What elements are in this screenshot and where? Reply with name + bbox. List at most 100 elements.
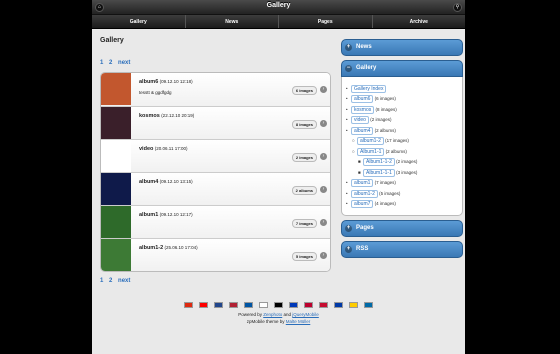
language-flag-icon[interactable] bbox=[199, 302, 208, 308]
arrow-right-icon[interactable]: › bbox=[320, 252, 327, 259]
footer: Powered by Zenphoto and jQueryMobile zpM… bbox=[92, 302, 465, 324]
album-date: (22.12.10 20:19) bbox=[161, 113, 195, 118]
theme-by-text: zpMobile theme by bbox=[246, 319, 285, 324]
album-list-item[interactable]: album1-2 (25.06.10 17:04) 5 images › bbox=[101, 238, 330, 271]
gallery-tree-item: ■ Album1-1-1 (3 images) bbox=[346, 168, 458, 177]
language-flag-icon[interactable] bbox=[364, 302, 373, 308]
gallery-tree-link[interactable]: Album1-1 bbox=[357, 147, 385, 156]
language-flag-icon[interactable] bbox=[214, 302, 223, 308]
author-link[interactable]: Malte Müller bbox=[286, 319, 311, 324]
gallery-tree-meta: (17 images) bbox=[385, 138, 409, 143]
search-icon[interactable]: ⚲ bbox=[453, 3, 462, 12]
nav-gallery[interactable]: Gallery bbox=[92, 15, 185, 28]
powered-by-line: Powered by Zenphoto and jQueryMobile bbox=[92, 312, 465, 317]
album-name: album4 bbox=[139, 179, 159, 185]
nav-news[interactable]: News bbox=[184, 15, 279, 28]
navbar: Gallery News Pages Archive bbox=[92, 15, 465, 29]
language-flag-icon[interactable] bbox=[319, 302, 328, 308]
gallery-tree-link[interactable]: Gallery Index bbox=[351, 84, 387, 93]
page-title: Gallery bbox=[266, 2, 291, 9]
arrow-right-icon[interactable]: › bbox=[320, 186, 327, 193]
album-thumbnail bbox=[101, 173, 131, 205]
language-flag-icon[interactable] bbox=[229, 302, 238, 308]
gallery-tree-link[interactable]: album4 bbox=[351, 126, 374, 135]
album-name: album1 bbox=[139, 212, 159, 218]
album-thumbnail bbox=[101, 239, 131, 271]
gallery-tree-meta: (2 images) bbox=[396, 159, 418, 164]
gallery-tree-link[interactable]: album1-2 bbox=[357, 137, 384, 145]
album-list-item[interactable]: album4 (09.12.10 13:15) 2 albums › bbox=[101, 172, 330, 205]
album-text: album6 (09.12.10 12:18) tesstt & ggdfgdg bbox=[131, 73, 193, 95]
gallery-tree-meta: (3 images) bbox=[396, 169, 418, 175]
theme-credit-line: zpMobile theme by Malte Müller bbox=[92, 319, 465, 324]
news-collapsible[interactable]: + News bbox=[341, 39, 463, 56]
arrow-right-icon[interactable]: › bbox=[320, 86, 327, 93]
gallery-tree-link[interactable]: Album1-1-1 bbox=[363, 168, 395, 177]
album-description: tesstt & ggdfgdg bbox=[139, 90, 172, 95]
album-count-badge: 7 images bbox=[291, 219, 317, 228]
gallery-tree-link[interactable]: album7 bbox=[351, 200, 374, 208]
plus-icon: + bbox=[345, 245, 352, 253]
album-list-item[interactable]: album1 (09.12.10 12:17) 7 images › bbox=[101, 205, 330, 238]
gallery-collapsible[interactable]: − Gallery bbox=[341, 60, 463, 77]
pages-collapsible[interactable]: + Pages bbox=[341, 219, 463, 237]
page-1-link[interactable]: 1 bbox=[100, 278, 103, 284]
gallery-tree-meta: (2 albums) bbox=[385, 148, 407, 154]
gallery-tree-link[interactable]: album1-2 bbox=[351, 189, 378, 198]
rss-collapsible-label: RSS bbox=[356, 245, 369, 252]
gallery-tree-meta: (6 images) bbox=[374, 96, 396, 101]
album-date: (09.12.10 12:18) bbox=[159, 79, 193, 84]
gallery-tree-link[interactable]: Album1-1-2 bbox=[363, 158, 395, 166]
pager-bottom: 1 2 next bbox=[100, 278, 331, 284]
gallery-tree-item: • album4 (2 albums) bbox=[346, 126, 458, 135]
gallery-tree-item: ○ album1-2 (17 images) bbox=[346, 137, 458, 145]
zenphoto-link[interactable]: Zenphoto bbox=[263, 312, 282, 317]
jquerymobile-link[interactable]: jQueryMobile bbox=[292, 312, 319, 317]
language-flag-icon[interactable] bbox=[274, 302, 283, 308]
album-count-badge: 6 images bbox=[291, 86, 317, 95]
arrow-right-icon[interactable]: › bbox=[320, 153, 327, 160]
album-date: (09.12.10 13:15) bbox=[159, 179, 193, 184]
gallery-tree-link[interactable]: video bbox=[351, 116, 369, 124]
gallery-tree-link[interactable]: album1 bbox=[351, 179, 374, 187]
album-name: kosmos bbox=[139, 113, 160, 119]
gallery-tree-meta: (5 images) bbox=[379, 190, 401, 196]
album-text: video (20.06.11 17:00) bbox=[131, 140, 187, 157]
pager-top: 1 2 next bbox=[100, 60, 331, 66]
arrow-right-icon[interactable]: › bbox=[320, 219, 327, 226]
language-flag-icon[interactable] bbox=[349, 302, 358, 308]
album-list-item[interactable]: kosmos (22.12.10 20:19) 8 images › bbox=[101, 106, 330, 139]
language-flag-icon[interactable] bbox=[289, 302, 298, 308]
rss-collapsible[interactable]: + RSS bbox=[341, 240, 463, 258]
album-date: (09.12.10 12:17) bbox=[159, 212, 193, 217]
album-count-badge: 8 images bbox=[291, 120, 317, 129]
language-flag-icon[interactable] bbox=[334, 302, 343, 308]
gallery-tree-link[interactable]: album6 bbox=[351, 95, 374, 103]
gallery-tree-item: • album1 (7 images) bbox=[346, 179, 458, 187]
language-flag-icon[interactable] bbox=[184, 302, 193, 308]
gallery-tree-link[interactable]: kosmos bbox=[351, 105, 375, 114]
next-link[interactable]: next bbox=[118, 278, 130, 284]
header: ⌂ Gallery ⚲ bbox=[92, 0, 465, 15]
arrow-right-icon[interactable]: › bbox=[320, 120, 327, 127]
album-list-item[interactable]: video (20.06.11 17:00) 2 images › bbox=[101, 139, 330, 172]
next-link[interactable]: next bbox=[118, 60, 130, 66]
nav-pages[interactable]: Pages bbox=[278, 15, 372, 28]
nav-archive[interactable]: Archive bbox=[371, 15, 466, 28]
sidebar: + News − Gallery • Gallery Index • album6 … bbox=[341, 39, 463, 262]
gallery-tree-meta: (8 images) bbox=[375, 106, 397, 112]
album-count-badge: 2 images bbox=[291, 153, 317, 162]
page-2-link[interactable]: 2 bbox=[109, 60, 112, 66]
language-flag-icon[interactable] bbox=[304, 302, 313, 308]
news-collapsible-label: News bbox=[356, 44, 372, 50]
album-count-badge: 2 albums bbox=[291, 186, 317, 195]
gallery-tree-item: • Gallery Index bbox=[346, 84, 458, 93]
album-thumbnail bbox=[101, 73, 131, 105]
page-1-link[interactable]: 1 bbox=[100, 60, 103, 66]
page-2-link[interactable]: 2 bbox=[109, 278, 112, 284]
album-list-item[interactable]: album6 (09.12.10 12:18) tesstt & ggdfgdg 6… bbox=[101, 73, 330, 106]
content-heading: Gallery bbox=[100, 37, 124, 44]
gallery-tree-item: • album1-2 (5 images) bbox=[346, 189, 458, 198]
language-flag-icon[interactable] bbox=[259, 302, 268, 308]
language-flag-icon[interactable] bbox=[244, 302, 253, 308]
